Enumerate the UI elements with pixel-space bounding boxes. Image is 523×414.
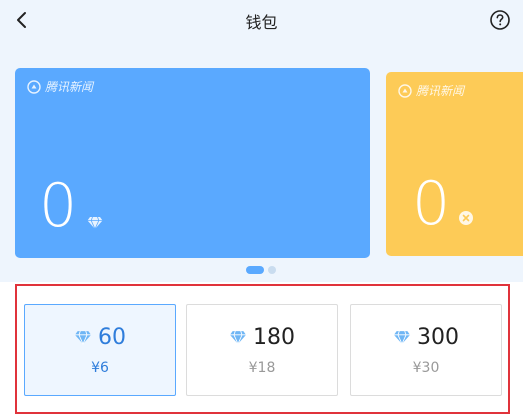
recharge-option-300[interactable]: 300 ¥30 xyxy=(350,304,502,396)
tencent-news-logo-icon xyxy=(27,79,41,94)
option-price: ¥18 xyxy=(248,360,276,376)
option-amount: 300 xyxy=(417,325,459,350)
diamond-icon xyxy=(393,330,411,345)
diamond-icon xyxy=(87,216,103,230)
card-brand: 腾讯新闻 xyxy=(27,78,93,95)
carousel-dot[interactable] xyxy=(268,266,276,274)
question-circle-icon xyxy=(490,10,510,30)
option-amount-row: 300 xyxy=(351,325,501,350)
coin-icon xyxy=(459,211,473,225)
option-amount: 180 xyxy=(253,325,295,350)
card-brand-label: 腾讯新闻 xyxy=(416,84,465,98)
card-brand: 腾讯新闻 xyxy=(398,82,464,99)
diamond-icon xyxy=(74,330,92,345)
carousel-dot-active[interactable] xyxy=(246,266,264,274)
tencent-news-logo-icon xyxy=(398,83,412,98)
recharge-option-60[interactable]: 60 ¥6 xyxy=(24,304,176,396)
option-price: ¥6 xyxy=(91,360,109,376)
option-amount-row: 180 xyxy=(187,325,337,350)
help-button[interactable] xyxy=(489,9,511,31)
carousel-indicator xyxy=(246,266,276,274)
wallet-card-diamond[interactable]: 腾讯新闻 0 xyxy=(15,68,370,258)
wallet-card-coin[interactable]: 腾讯新闻 0 xyxy=(386,72,523,256)
header-bar: 钱包 xyxy=(0,0,523,40)
card-brand-label: 腾讯新闻 xyxy=(45,80,94,94)
card-balance: 0 xyxy=(412,169,451,239)
card-balance: 0 xyxy=(39,171,78,241)
diamond-icon xyxy=(229,330,247,345)
option-amount-row: 60 xyxy=(25,325,175,350)
page-title: 钱包 xyxy=(245,13,278,32)
option-amount: 60 xyxy=(98,325,126,350)
option-price: ¥30 xyxy=(412,360,440,376)
recharge-option-180[interactable]: 180 ¥18 xyxy=(186,304,338,396)
